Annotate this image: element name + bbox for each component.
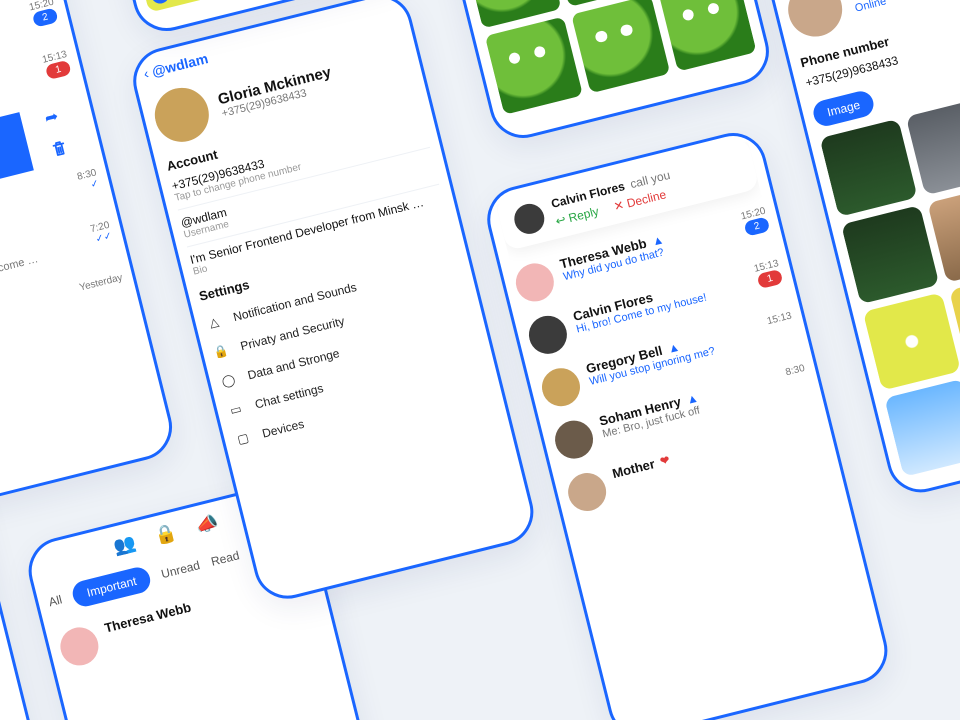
disk-icon: ◯ xyxy=(219,372,238,389)
channel-icon[interactable]: 📣 xyxy=(194,512,221,538)
profile-handle: @wdlam xyxy=(150,50,209,79)
sticker[interactable] xyxy=(658,0,757,72)
avatar xyxy=(525,312,571,358)
chat-time: 15:13 xyxy=(766,310,793,327)
media-gallery xyxy=(819,75,960,477)
sticker-grid xyxy=(442,0,757,115)
profile-avatar[interactable] xyxy=(149,82,214,147)
settings-label: Devices xyxy=(261,417,306,441)
mute-icon: ▲ xyxy=(650,232,665,248)
lock-icon[interactable]: 🔒 xyxy=(153,522,180,548)
avatar xyxy=(512,259,558,305)
groups-icon[interactable]: 👥 xyxy=(111,532,138,558)
thumb[interactable] xyxy=(906,97,960,196)
avatar xyxy=(511,201,547,237)
chat-name: Mother xyxy=(611,456,657,481)
thumb[interactable] xyxy=(863,292,960,391)
status-online: Online xyxy=(854,0,920,14)
tab-all[interactable]: All xyxy=(47,592,63,609)
back-icon[interactable]: ‹ xyxy=(142,65,150,82)
share-icon[interactable]: ➦ xyxy=(43,106,61,129)
thumb[interactable] xyxy=(819,119,918,218)
chat-name: Theresa Webb xyxy=(103,600,193,636)
swipe-actions-right: ➦ xyxy=(19,98,92,171)
sticker[interactable] xyxy=(571,0,670,93)
trash-icon[interactable] xyxy=(50,138,71,162)
thumb[interactable] xyxy=(841,205,940,304)
read-icon: ✓✓ xyxy=(94,230,113,245)
chat-icon: ▭ xyxy=(226,401,245,418)
device-icon: ▢ xyxy=(234,430,253,447)
avatar xyxy=(56,623,102,669)
thumb[interactable] xyxy=(884,379,960,478)
chat-time: 8:30 xyxy=(784,363,806,378)
avatar xyxy=(538,364,584,410)
tab-image[interactable]: Image xyxy=(811,89,877,129)
chat-time: Yesterday xyxy=(78,272,123,293)
thumb-selected[interactable] xyxy=(129,0,228,13)
contact-avatar[interactable] xyxy=(782,0,847,42)
lock-icon: 🔒 xyxy=(212,343,231,360)
avatar xyxy=(564,469,610,515)
bell-icon: △ xyxy=(205,314,224,331)
tab-unread[interactable]: Unread xyxy=(160,558,202,581)
heart-icon: ❤ xyxy=(659,453,671,468)
tab-read[interactable]: Read xyxy=(210,548,241,569)
sticker[interactable] xyxy=(485,16,584,115)
avatar xyxy=(551,417,597,463)
sent-icon: ✓ xyxy=(89,178,100,191)
